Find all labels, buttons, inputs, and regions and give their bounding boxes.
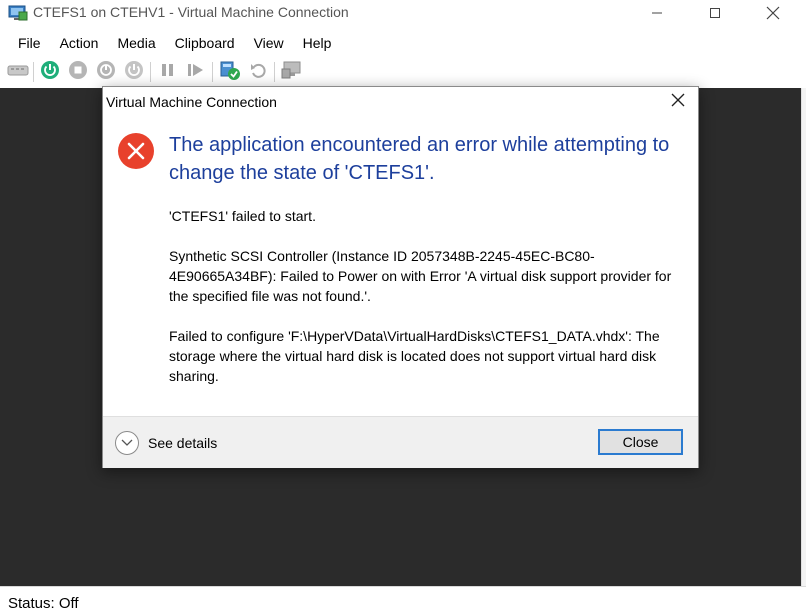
menu-view[interactable]: View: [246, 31, 292, 55]
turn-off-button[interactable]: [66, 60, 90, 84]
save-state-button[interactable]: [122, 60, 146, 84]
see-details-toggle[interactable]: See details: [115, 431, 217, 455]
maximize-icon: [709, 7, 721, 19]
save-icon: [124, 60, 144, 85]
title-bar: CTEFS1 on CTEHV1 - Virtual Machine Conne…: [0, 0, 806, 26]
error-dialog: Virtual Machine Connection The applicati…: [102, 86, 699, 468]
enhanced-session-button[interactable]: [280, 60, 304, 84]
turn-off-icon: [68, 60, 88, 85]
enhanced-session-icon: [281, 60, 303, 85]
error-icon: [117, 132, 155, 170]
minimize-button[interactable]: [628, 0, 686, 26]
window-close-button[interactable]: [744, 0, 802, 26]
minimize-icon: [651, 7, 663, 19]
error-headline: The application encountered an error whi…: [169, 134, 670, 184]
dialog-close-x-button[interactable]: [663, 89, 693, 115]
revert-button[interactable]: [246, 60, 270, 84]
close-icon: [671, 93, 685, 112]
revert-icon: [249, 61, 267, 84]
error-body: 'CTEFS1' failed to start. Synthetic SCSI…: [169, 206, 689, 386]
vm-connection-icon: [8, 4, 28, 22]
background-window-edge: [801, 88, 806, 586]
start-button[interactable]: [38, 60, 62, 84]
status-bar: Status: Off: [0, 586, 806, 612]
menu-clipboard[interactable]: Clipboard: [167, 31, 243, 55]
window-title: CTEFS1 on CTEHV1 - Virtual Machine Conne…: [33, 4, 349, 20]
reset-button[interactable]: [184, 60, 208, 84]
menu-bar: File Action Media Clipboard View Help: [0, 30, 806, 56]
maximize-button[interactable]: [686, 0, 744, 26]
see-details-label: See details: [148, 435, 218, 451]
dialog-title: Virtual Machine Connection: [106, 94, 277, 110]
status-text: Status: Off: [8, 595, 79, 612]
ctrl-alt-del-button[interactable]: [6, 60, 30, 84]
menu-file[interactable]: File: [10, 31, 49, 55]
toolbar: [0, 58, 806, 86]
ctrl-alt-del-icon: [7, 63, 29, 82]
start-icon: [40, 60, 60, 85]
reset-icon: [187, 62, 205, 83]
error-message-start-failed: 'CTEFS1' failed to start.: [169, 208, 316, 224]
menu-media[interactable]: Media: [109, 31, 163, 55]
close-button[interactable]: Close: [598, 429, 683, 455]
close-icon: [766, 6, 780, 20]
error-message-scsi: Synthetic SCSI Controller (Instance ID 2…: [169, 248, 672, 304]
pause-icon: [160, 62, 176, 83]
menu-action[interactable]: Action: [52, 31, 107, 55]
chevron-down-icon: [115, 431, 139, 455]
shut-down-button[interactable]: [94, 60, 118, 84]
checkpoint-button[interactable]: [218, 60, 242, 84]
shut-down-icon: [96, 60, 116, 85]
checkpoint-icon: [219, 59, 241, 86]
pause-button[interactable]: [156, 60, 180, 84]
error-message-vhdx: Failed to configure 'F:\HyperVData\Virtu…: [169, 328, 660, 384]
dialog-footer: See details Close: [103, 416, 698, 468]
menu-help[interactable]: Help: [295, 31, 340, 55]
